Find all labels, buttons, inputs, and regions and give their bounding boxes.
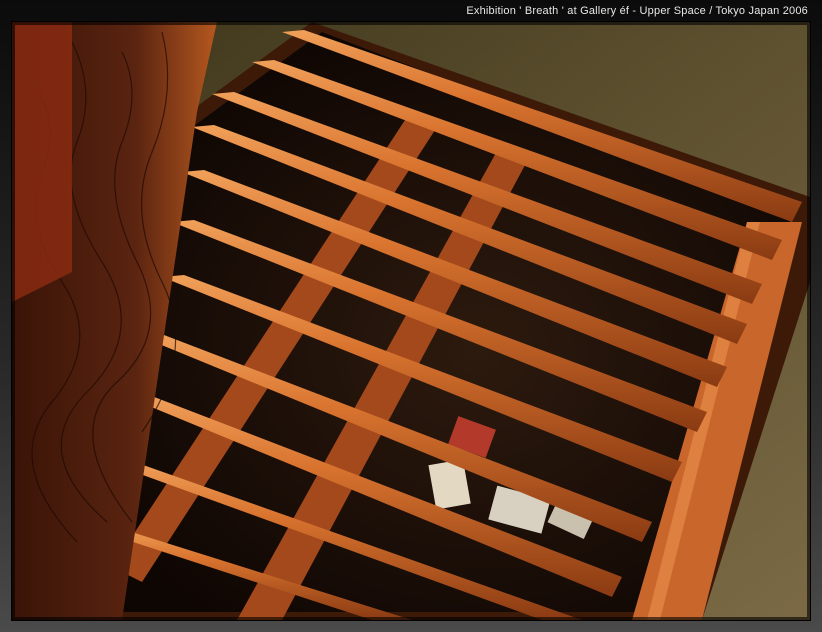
photo-illustration <box>12 22 810 620</box>
red-poster <box>12 22 72 302</box>
photo-frame: Exhibition ' Breath ' at Gallery éf - Up… <box>0 0 822 632</box>
exhibition-photo <box>12 22 810 620</box>
photo-caption: Exhibition ' Breath ' at Gallery éf - Up… <box>466 5 808 17</box>
